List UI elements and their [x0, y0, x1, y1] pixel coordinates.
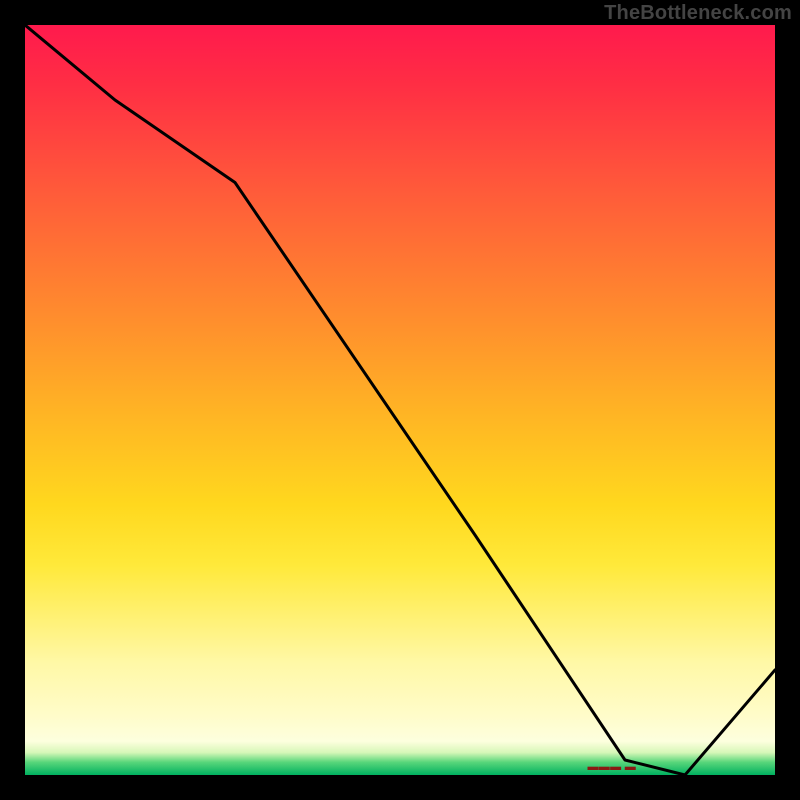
chart-frame: TheBottleneck.com ▬▬▬ ▬ [0, 0, 800, 800]
plot-area: ▬▬▬ ▬ [25, 25, 775, 775]
attribution-text: TheBottleneck.com [604, 2, 792, 25]
baseline-marker: ▬▬▬ ▬ [588, 761, 637, 773]
series-line [25, 25, 775, 775]
